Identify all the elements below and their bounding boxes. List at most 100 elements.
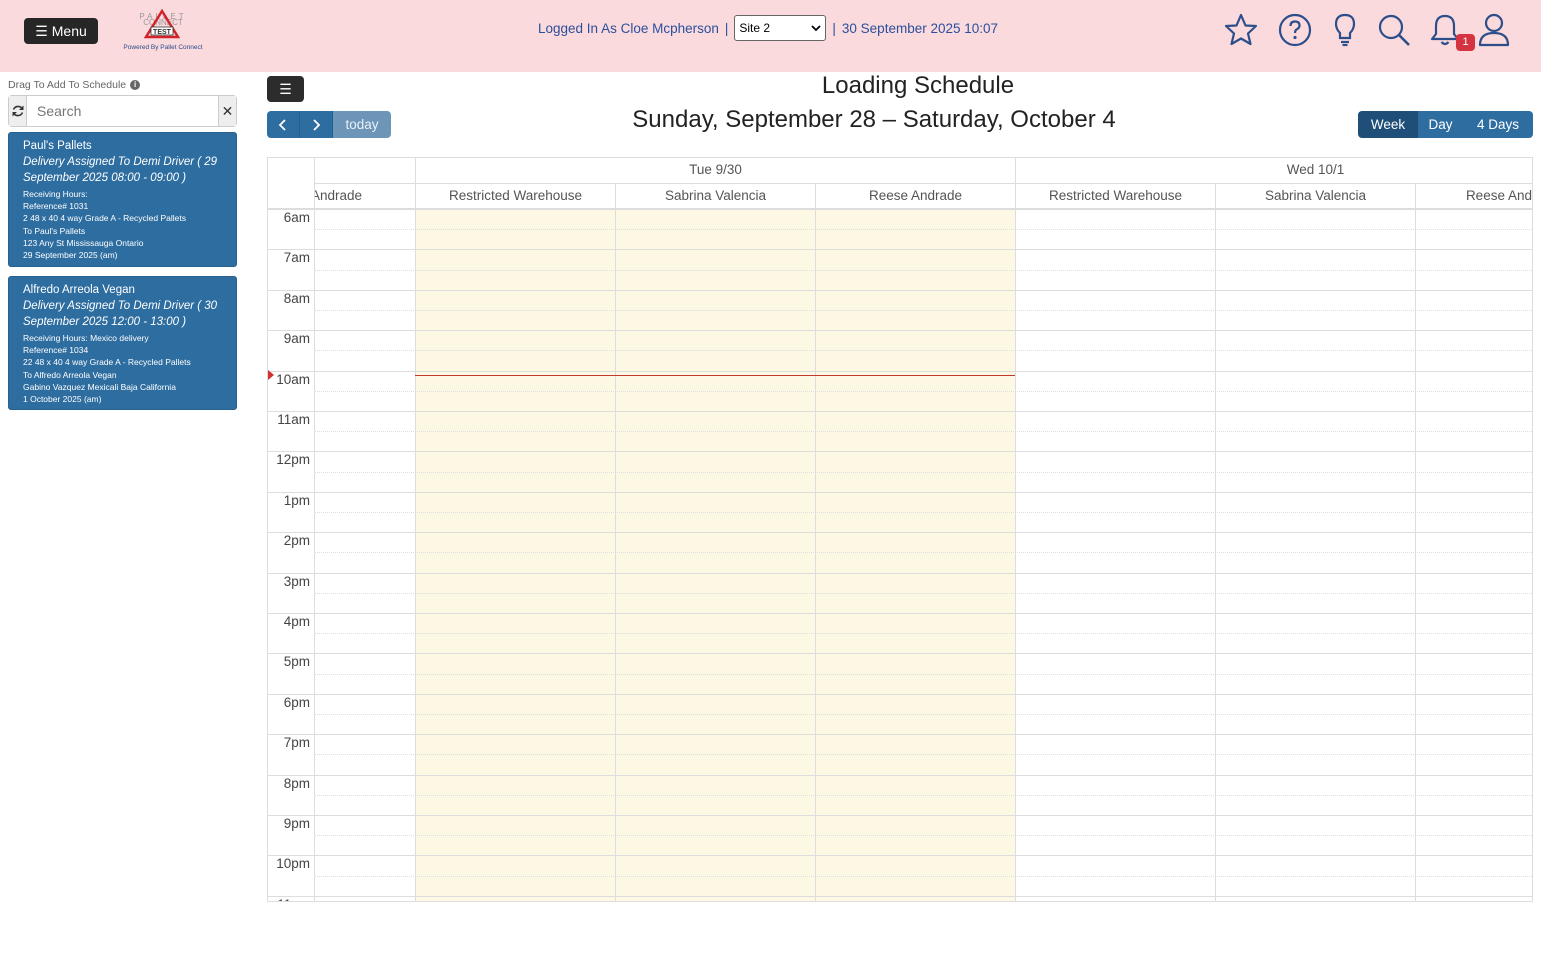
logo[interactable]: PALLET CONNECT TEST Powered By Pallet Co… xyxy=(118,8,208,56)
search-group: ✕ xyxy=(8,95,237,127)
time-label: 7pm xyxy=(283,735,310,751)
day-header: Tue 9/30 xyxy=(415,158,1015,184)
half-hour-line xyxy=(314,673,1532,675)
half-hour-line xyxy=(314,229,1532,231)
hour-line xyxy=(268,330,1532,332)
half-hour-line xyxy=(314,875,1532,877)
hour-line xyxy=(268,855,1532,857)
time-label: 5pm xyxy=(283,654,310,670)
half-hour-line xyxy=(314,350,1532,352)
card-line: 29 September 2025 (am) xyxy=(23,250,118,261)
hour-line xyxy=(268,815,1532,816)
card-line: 2 48 x 40 4 way Grade A - Recycled Palle… xyxy=(23,213,187,224)
time-label: 6am xyxy=(283,210,310,225)
info-icon[interactable]: i xyxy=(130,80,141,90)
current-datetime: 30 September 2025 10:07 xyxy=(841,20,999,36)
time-label: 3pm xyxy=(283,573,310,589)
user-icon[interactable] xyxy=(1476,12,1512,48)
prev-button[interactable] xyxy=(267,111,300,138)
separator: | xyxy=(832,20,836,36)
lightbulb-icon[interactable] xyxy=(1327,12,1363,48)
unscheduled-card[interactable]: Paul's Pallets Delivery Assigned To Demi… xyxy=(8,132,237,267)
page-title: Loading Schedule xyxy=(821,72,1015,99)
hour-line xyxy=(268,734,1532,736)
half-hour-line xyxy=(314,754,1532,756)
drag-label-text: Drag To Add To Schedule xyxy=(8,79,127,91)
time-label: 9am xyxy=(283,331,310,347)
hour-line xyxy=(268,411,1532,412)
half-hour-line xyxy=(314,794,1532,796)
hour-line xyxy=(268,491,1532,493)
hour-line xyxy=(268,451,1532,453)
notification-badge: 1 xyxy=(1456,34,1475,51)
column-divider xyxy=(314,209,315,901)
menu-button[interactable]: ☰ Menu xyxy=(24,18,98,44)
hour-line xyxy=(268,249,1532,251)
star-icon[interactable] xyxy=(1223,12,1259,48)
day-header: Wed 10/1 xyxy=(1015,158,1532,184)
unscheduled-card[interactable]: Alfredo Arreola Vegan Delivery Assigned … xyxy=(8,276,237,410)
header-corner xyxy=(268,158,314,209)
search-icon[interactable] xyxy=(1376,12,1412,48)
time-label: 8am xyxy=(283,290,310,306)
card-line: 22 48 x 40 4 way Grade A - Recycled Pall… xyxy=(23,357,191,368)
time-label: 8pm xyxy=(283,775,310,791)
card-title: Paul's Pallets xyxy=(23,140,92,152)
time-label: 10am xyxy=(276,371,310,387)
drag-label: Drag To Add To Schedule i xyxy=(8,79,141,91)
view-4-days-button[interactable]: 4 Days xyxy=(1463,111,1533,138)
column-divider xyxy=(1215,209,1216,901)
help-icon[interactable] xyxy=(1277,12,1313,48)
refresh-button[interactable] xyxy=(9,96,26,126)
chevron-right-icon xyxy=(313,118,321,131)
hour-line xyxy=(268,613,1532,614)
half-hour-line xyxy=(314,714,1532,715)
half-hour-line xyxy=(314,835,1532,837)
column-divider xyxy=(615,209,616,901)
hamburger-icon: ☰ xyxy=(35,22,48,39)
header-corner xyxy=(314,158,415,184)
time-label: 2pm xyxy=(283,533,310,549)
time-label: 9pm xyxy=(283,816,310,831)
chevron-down-icon xyxy=(811,25,822,32)
next-button[interactable] xyxy=(300,111,333,138)
date-range-title: Sunday, September 28 – Saturday, October… xyxy=(632,106,1116,133)
column-divider xyxy=(415,209,416,901)
hour-line xyxy=(268,370,1532,372)
view-week-button[interactable]: Week xyxy=(1358,111,1418,138)
resource-header: Reese Andrade xyxy=(815,184,1015,209)
site-select[interactable]: Site 2 xyxy=(734,15,827,41)
current-time-arrow xyxy=(268,370,274,381)
card-title: Alfredo Arreola Vegan xyxy=(23,284,135,296)
today-button[interactable]: today xyxy=(333,111,391,138)
calendar-grid: Tue 9/30 Wed 10/1 Andrade Restricted Wareho… xyxy=(267,157,1533,902)
half-hour-line xyxy=(314,390,1532,392)
card-line: To Alfredo Arreola Vegan xyxy=(23,369,117,380)
card-assignment: Delivery Assigned To Demi Driver ( 30 Se… xyxy=(23,300,218,328)
search-input[interactable] xyxy=(26,96,219,126)
sidebar-toggle-button[interactable]: ☰ xyxy=(267,76,304,102)
close-icon: ✕ xyxy=(221,102,234,119)
resource-header: Restricted Warehouse xyxy=(415,184,615,209)
card-assignment: Delivery Assigned To Demi Driver ( 29 Se… xyxy=(23,156,218,184)
card-line: Receiving Hours: xyxy=(23,189,88,199)
card-line: Gabino Vazquez Mexicali Baja California xyxy=(23,381,176,392)
logo-icon: PALLET CONNECT TEST xyxy=(139,8,184,39)
card-line: Reference# 1034 xyxy=(23,345,89,356)
logo-badge-text: TEST xyxy=(153,29,172,36)
clear-search-button[interactable]: ✕ xyxy=(219,96,236,126)
time-label: 1pm xyxy=(283,492,310,508)
card-line: Reference# 1031 xyxy=(23,201,89,212)
card-line: Receiving Hours: Mexico delivery xyxy=(23,333,149,343)
half-hour-line xyxy=(314,552,1532,554)
half-hour-line xyxy=(314,431,1532,433)
card-line: 123 Any St Mississauga Ontario xyxy=(23,237,144,248)
time-label: 12pm xyxy=(276,452,310,468)
resource-header: Sabrina Valencia xyxy=(615,184,815,209)
hour-line xyxy=(268,895,1532,897)
view-day-button[interactable]: Day xyxy=(1418,111,1463,138)
top-header: ☰ Menu PALLET CONNECT TEST Powered By Pa… xyxy=(0,0,1541,72)
resource-header: Reese And xyxy=(1415,184,1532,209)
view-switcher: Week Day 4 Days xyxy=(1358,111,1533,138)
time-label: 11am xyxy=(277,412,310,427)
